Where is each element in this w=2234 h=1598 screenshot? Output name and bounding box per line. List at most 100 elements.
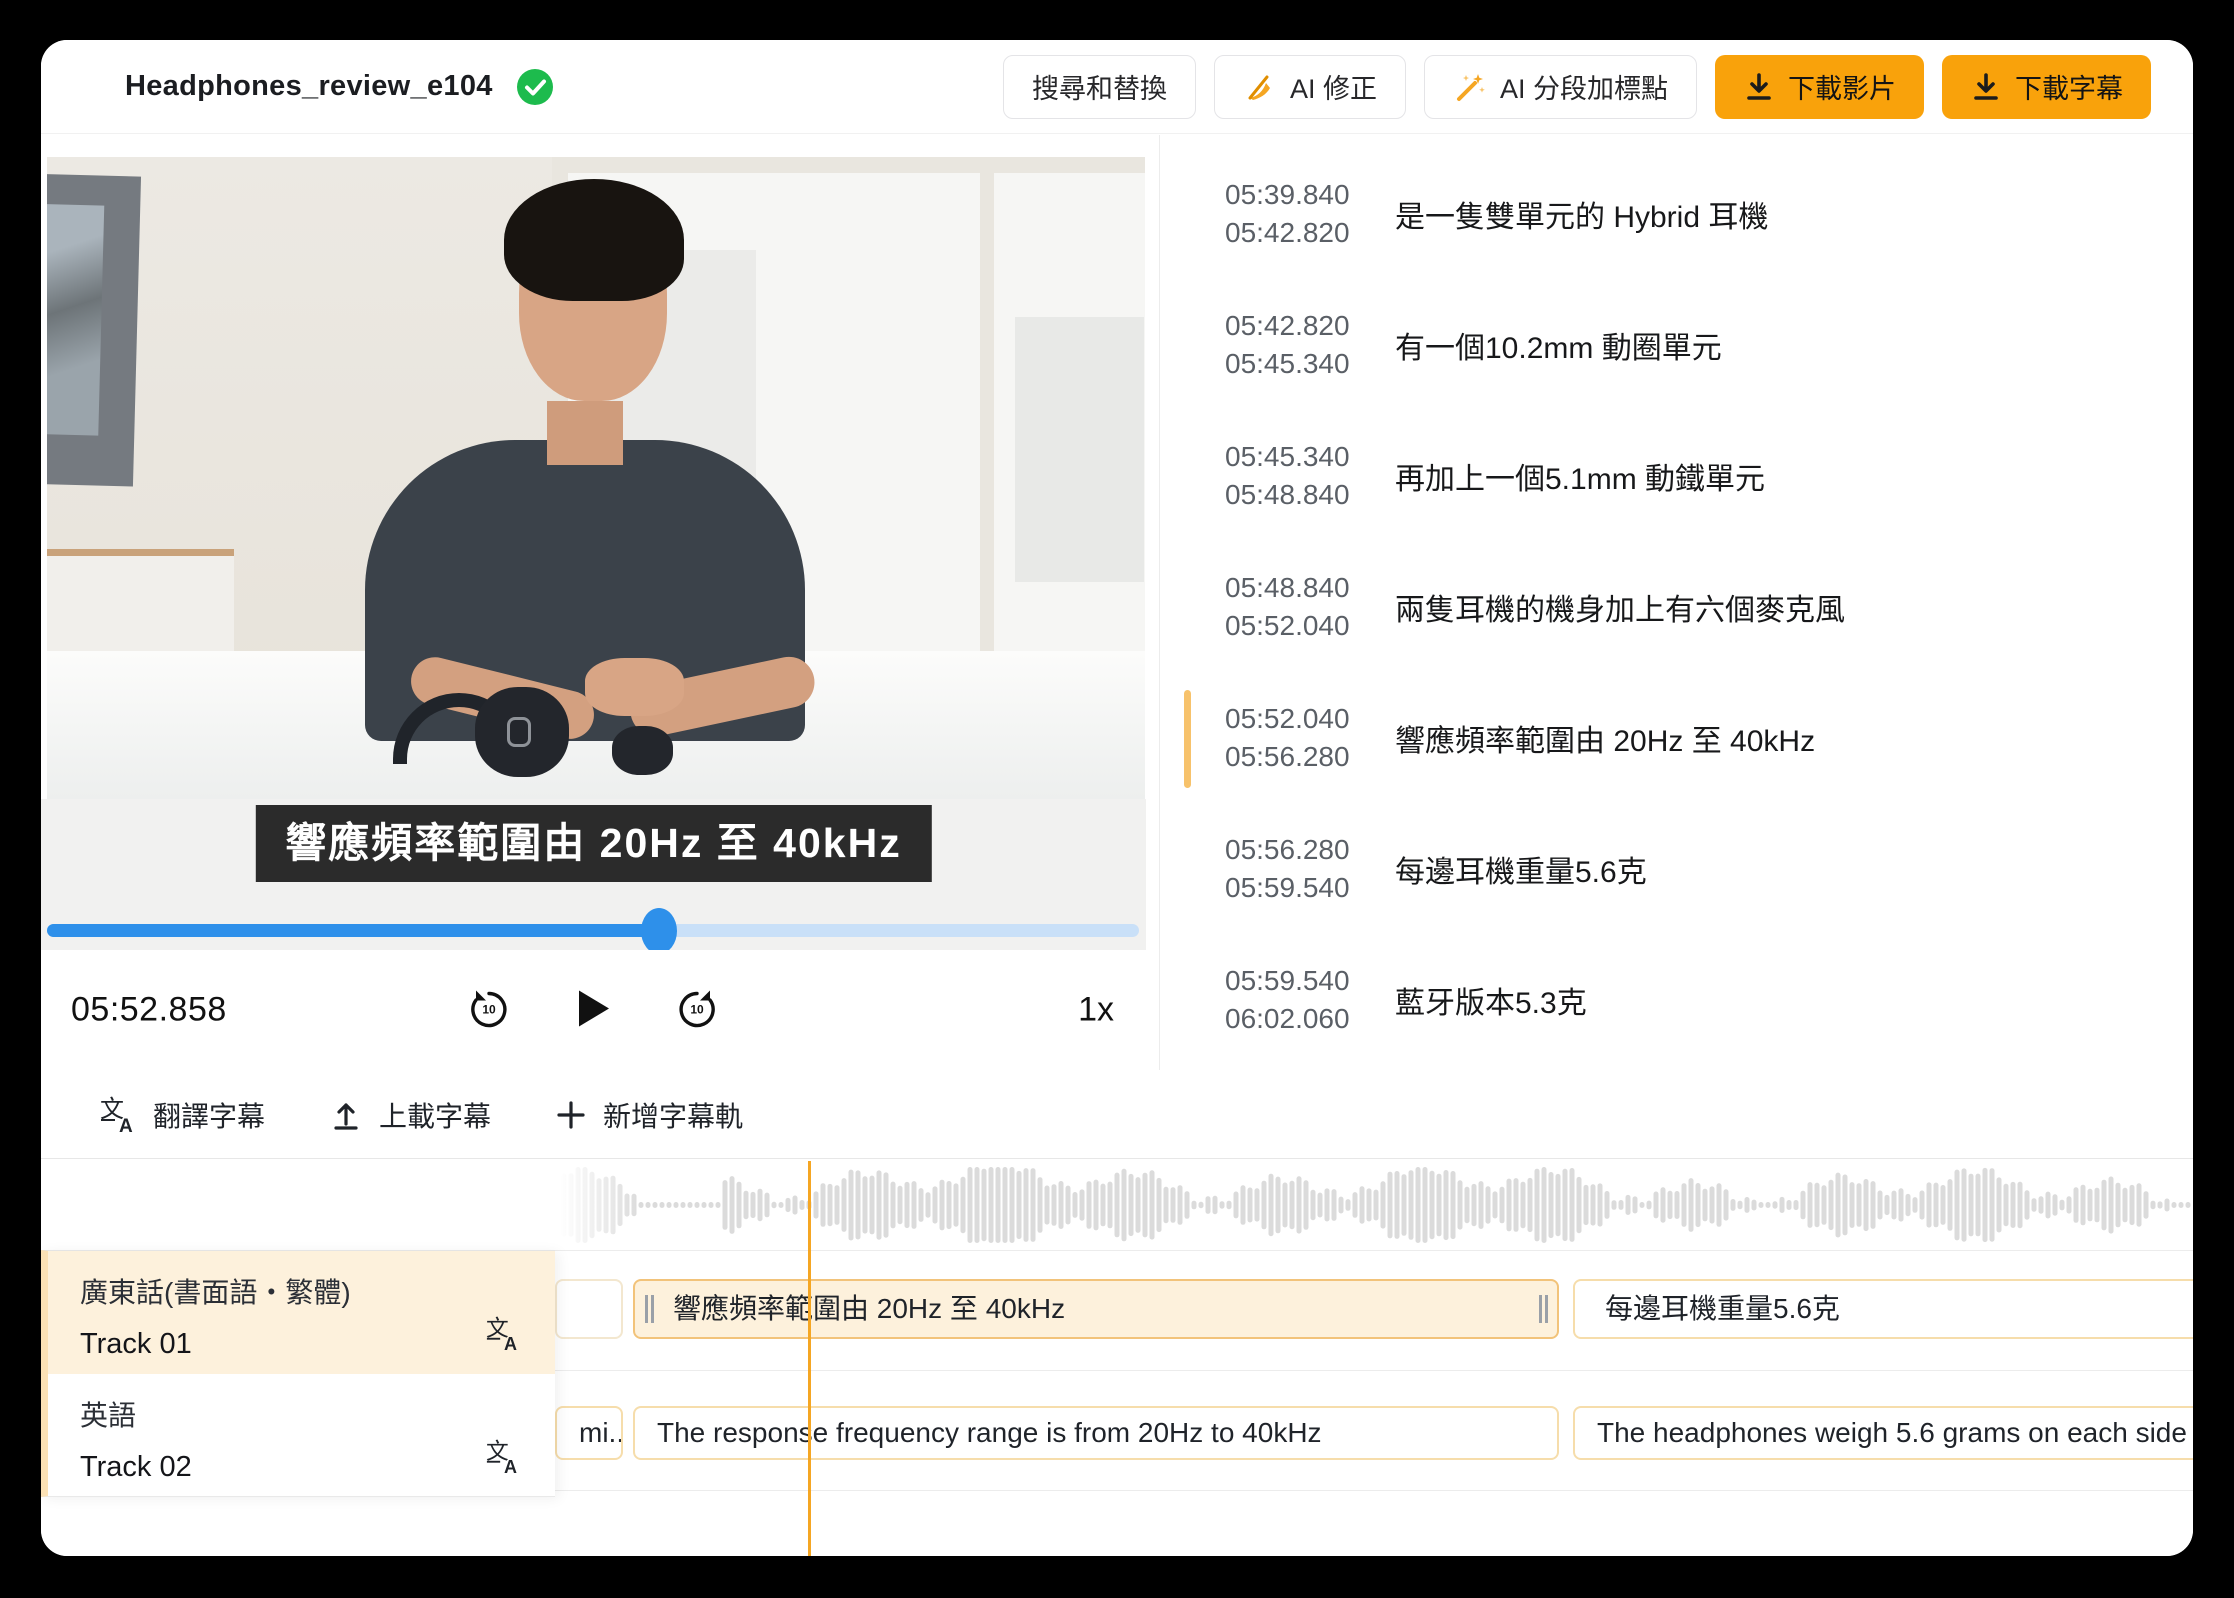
track-panel: 廣東話(書面語・繁體) Track 01 文A 英語 Track 02 文A [41,1250,555,1497]
subtitle-row[interactable]: 05:52.04005:56.280 響應頻率範圍由 20Hz 至 40kHz [1161,672,2193,803]
file-title-wrap: Headphones_review_e104 [125,69,553,105]
block-text: 每邊耳機重量5.6克 [1605,1293,1840,1324]
upload-label: 上載字幕 [379,1095,491,1135]
ai-fix-button[interactable]: AI 修正 [1214,55,1406,119]
video-sideboard [47,549,234,665]
current-time: 05:52.858 [71,991,227,1030]
subtitle-text: 每邊耳機重量5.6克 [1395,847,1647,891]
subtitle-start-time: 05:56.280 [1225,831,1395,869]
player-controls: 05:52.858 10 10 1x [41,950,1146,1070]
subtitle-start-time: 05:45.340 [1225,438,1395,476]
video-subtitle-overlay: 響應頻率範圍由 20Hz 至 40kHz [255,805,931,882]
translate-icon[interactable]: 文A [485,1316,521,1352]
forward-10-button[interactable]: 10 [674,986,720,1035]
translate-subtitles-button[interactable]: 文A 翻譯字幕 [99,1095,265,1135]
subtitle-start-time: 05:52.040 [1225,700,1395,738]
upload-subtitles-button[interactable]: 上載字幕 [329,1095,491,1135]
svg-text:A: A [504,1457,517,1475]
subtitle-start-time: 05:39.840 [1225,176,1395,214]
translate-icon[interactable]: 文A [485,1439,521,1475]
rewind-10-button[interactable]: 10 [466,986,512,1035]
subtitle-end-time: 06:02.060 [1225,1000,1395,1038]
ai-segment-label: AI 分段加標點 [1500,67,1668,106]
play-icon [573,987,613,1031]
waveform-fade [546,1159,641,1249]
subtitle-row[interactable]: 05:48.84005:52.040 兩隻耳機的機身加上有六個麥克風 [1161,541,2193,672]
download-video-label: 下載影片 [1788,67,1896,106]
ai-fix-label: AI 修正 [1290,67,1377,106]
download-subtitle-button[interactable]: 下載字幕 [1942,55,2151,119]
subtitle-start-time: 05:59.540 [1225,962,1395,1000]
upload-icon [329,1098,363,1132]
subtitle-row[interactable]: 05:59.54006:02.060 藍牙版本5.3克 [1161,934,2193,1065]
subtitle-list: 05:39.84005:42.820 是一隻雙單元的 Hybrid 耳機 05:… [1161,135,2193,1070]
add-subtitle-track-button[interactable]: 新增字幕軌 [555,1095,743,1135]
block-text: The headphones weigh 5.6 grams on each s… [1597,1417,2187,1448]
download-video-button[interactable]: 下載影片 [1715,55,1924,119]
app-header: Headphones_review_e104 搜尋和替換 AI 修正 AI 分段… [41,40,2193,134]
subtitle-end-time: 05:52.040 [1225,607,1395,645]
timeline-subtitle-block[interactable]: The response frequency range is from 20H… [633,1406,1559,1460]
timeline-subtitle-block[interactable]: The headphones weigh 5.6 grams on each s… [1573,1406,2193,1460]
seek-slider[interactable] [47,924,1139,937]
video-picture-frame [47,174,141,487]
wand-icon [1453,70,1487,104]
rewind-10-icon: 10 [466,986,512,1032]
search-replace-button[interactable]: 搜尋和替換 [1003,55,1196,119]
timeline-subtitle-block[interactable]: 每邊耳機重量5.6克 [1573,1279,2193,1339]
block-text: The response frequency range is from 20H… [657,1417,1322,1448]
timeline: 響應頻率範圍由 20Hz 至 40kHz 每邊耳機重量5.6克 mi... Th… [41,1159,2193,1556]
seek-slider-thumb[interactable] [641,908,677,954]
track-name: Track 02 [80,1451,555,1484]
active-row-indicator [1184,690,1191,788]
block-text: 響應頻率範圍由 20Hz 至 40kHz [673,1293,1065,1324]
svg-text:10: 10 [482,1003,496,1017]
subtitle-end-time: 05:45.340 [1225,345,1395,383]
download-icon [1970,71,2002,103]
subtitle-text: 再加上一個5.1mm 動鐵單元 [1395,454,1765,498]
ai-segment-button[interactable]: AI 分段加標點 [1424,55,1697,119]
playback-speed[interactable]: 1x [1078,991,1114,1030]
subtitle-row[interactable]: 05:42.82005:45.340 有一個10.2mm 動圈單元 [1161,279,2193,410]
subtitle-text: 兩隻耳機的機身加上有六個麥克風 [1395,585,1845,629]
subtitle-text: 響應頻率範圍由 20Hz 至 40kHz [1395,716,1815,760]
track-language: 英語 [80,1394,555,1434]
svg-text:10: 10 [690,1003,704,1017]
seek-slider-fill [47,924,659,937]
play-button[interactable] [573,987,613,1034]
track-language: 廣東話(書面語・繁體) [80,1271,555,1311]
timeline-subtitle-block[interactable]: 響應頻率範圍由 20Hz 至 40kHz [633,1279,1559,1339]
track-panel-row[interactable]: 英語 Track 02 文A [48,1374,555,1497]
subtitle-start-time: 05:48.840 [1225,569,1395,607]
add-track-label: 新增字幕軌 [603,1095,743,1135]
subtitle-row[interactable]: 05:56.28005:59.540 每邊耳機重量5.6克 [1161,803,2193,934]
subtitle-strip: 響應頻率範圍由 20Hz 至 40kHz [41,799,1146,950]
timeline-subtitle-block[interactable]: mi... [555,1406,623,1460]
timeline-subtitle-block[interactable] [555,1279,623,1339]
subtitle-end-time: 05:48.840 [1225,476,1395,514]
file-title: Headphones_review_e104 [125,70,493,103]
video-frame [47,157,1145,799]
svg-text:A: A [504,1334,517,1352]
subtitle-row[interactable]: 05:45.34005:48.840 再加上一個5.1mm 動鐵單元 [1161,410,2193,541]
subtitle-text: 藍牙版本5.3克 [1395,978,1587,1022]
pen-icon [1243,70,1277,104]
download-subtitle-label: 下載字幕 [2015,67,2123,106]
block-resize-handle[interactable] [1537,1295,1549,1323]
download-icon [1743,71,1775,103]
playhead[interactable] [808,1161,811,1556]
plus-icon [555,1099,587,1131]
audio-waveform[interactable] [546,1163,2193,1247]
subtitle-text: 有一個10.2mm 動圈單元 [1395,323,1722,367]
subtitle-end-time: 05:59.540 [1225,869,1395,907]
video-presenter-hair [504,179,684,301]
subtitle-row[interactable]: 05:39.84005:42.820 是一隻雙單元的 Hybrid 耳機 [1161,148,2193,279]
video-earbud-case [612,726,672,774]
subtitle-text: 是一隻雙單元的 Hybrid 耳機 [1395,192,1768,236]
block-resize-handle[interactable] [643,1295,655,1323]
svg-text:A: A [119,1116,133,1134]
video-player: 響應頻率範圍由 20Hz 至 40kHz 05:52.858 10 10 1x [41,135,1160,1070]
subtitle-toolbar: 文A 翻譯字幕 上載字幕 新增字幕軌 [41,1071,2193,1159]
track-name: Track 01 [80,1328,555,1361]
track-panel-row[interactable]: 廣東話(書面語・繁體) Track 01 文A [48,1251,555,1374]
